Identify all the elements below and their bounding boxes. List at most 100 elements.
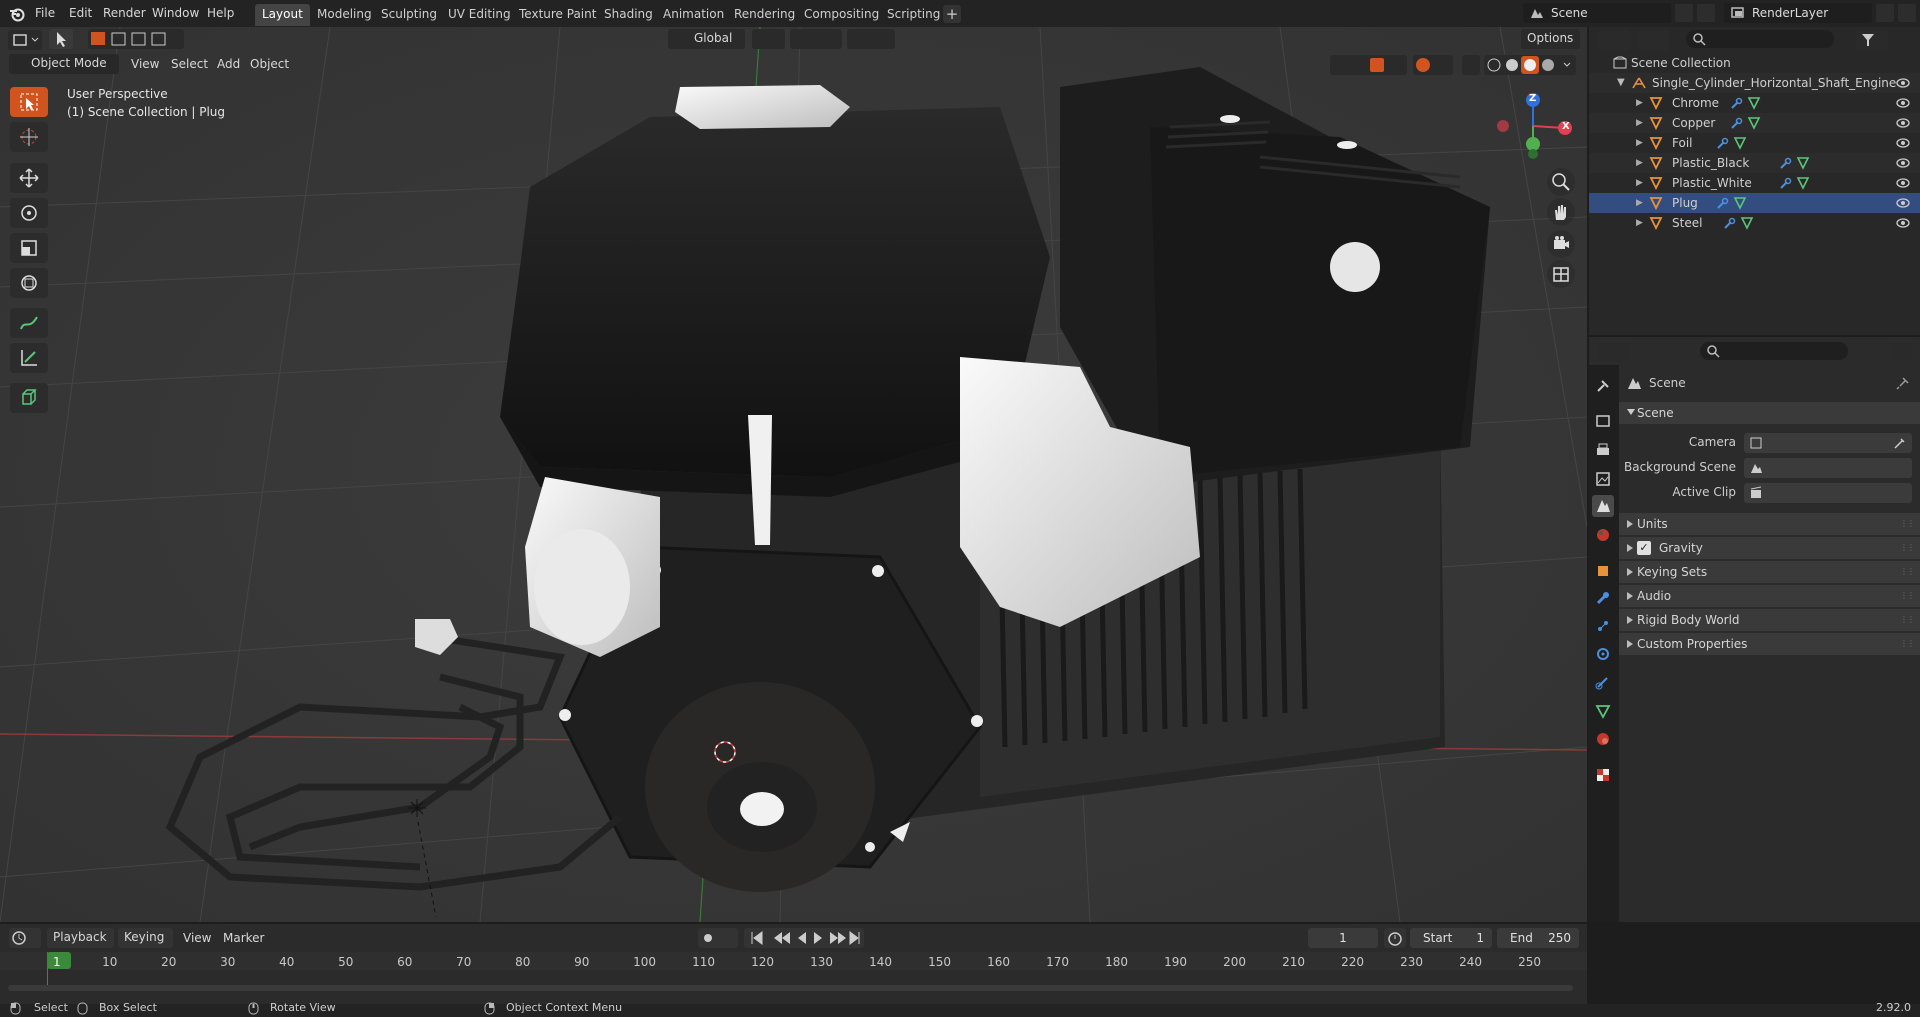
auto-keying-toggle[interactable] <box>698 928 738 948</box>
outliner-row-object[interactable]: ▶ Plastic_White <box>1589 173 1920 193</box>
subpanel-header[interactable]: Audio ⋮⋮ <box>1619 585 1920 607</box>
outliner-filter-button[interactable] <box>1856 30 1888 50</box>
add-workspace-button[interactable]: + <box>943 5 961 23</box>
tab-object-properties[interactable] <box>1592 560 1614 582</box>
outliner-row-object[interactable]: ▶ Foil <box>1589 133 1920 153</box>
mesh-data-icon[interactable] <box>1733 136 1747 150</box>
tab-render-properties[interactable] <box>1592 410 1614 432</box>
gravity-checkbox[interactable]: ✓ <box>1637 541 1651 555</box>
editor-type-button[interactable] <box>8 30 42 50</box>
eyedropper-icon[interactable] <box>1893 436 1907 450</box>
tab-shading[interactable]: Shading <box>597 4 660 26</box>
properties-options-dropdown[interactable] <box>1892 341 1912 361</box>
outliner-row-object[interactable]: ▶ Copper <box>1589 113 1920 133</box>
drag-handle-icon[interactable]: ⋮⋮ <box>1900 615 1915 624</box>
delete-view-layer-button[interactable] <box>1898 4 1916 22</box>
scene-selector[interactable]: Scene <box>1523 3 1671 23</box>
drag-handle-icon[interactable]: ⋮⋮ <box>1900 519 1915 528</box>
tab-physics-properties[interactable] <box>1592 643 1614 665</box>
eye-icon[interactable] <box>1896 157 1910 169</box>
eye-icon[interactable] <box>1896 197 1910 209</box>
modifier-wrench-icon[interactable] <box>1722 216 1736 230</box>
viewport-scene[interactable] <box>0 27 1587 922</box>
timeline-scrollbar[interactable] <box>8 985 1573 991</box>
tab-view-layer-properties[interactable] <box>1592 468 1614 490</box>
eye-icon[interactable] <box>1896 137 1910 149</box>
mesh-data-icon[interactable] <box>1733 196 1747 210</box>
tab-layout[interactable]: Layout <box>255 4 310 26</box>
mesh-data-icon[interactable] <box>1796 176 1810 190</box>
tab-modeling[interactable]: Modeling <box>310 4 379 26</box>
gizmo-x-label[interactable]: X <box>1562 121 1570 132</box>
tab-rendering[interactable]: Rendering <box>727 4 802 26</box>
mesh-data-icon[interactable] <box>1740 216 1754 230</box>
expand-triangle-icon[interactable]: ▶ <box>1636 118 1643 128</box>
tool-select-box[interactable] <box>10 87 48 117</box>
subpanel-header[interactable]: ✓ Gravity ⋮⋮ <box>1619 537 1920 559</box>
tab-scene-properties[interactable] <box>1592 495 1614 517</box>
modifier-wrench-icon[interactable] <box>1778 176 1792 190</box>
gizmo-z-label[interactable]: Z <box>1529 93 1536 104</box>
tool-move[interactable] <box>10 163 48 193</box>
drag-handle-icon[interactable]: ⋮⋮ <box>1900 543 1915 552</box>
tab-tool-properties[interactable] <box>1592 375 1614 397</box>
tab-compositing[interactable]: Compositing <box>797 4 886 26</box>
eye-icon[interactable] <box>1896 177 1910 189</box>
proportional-editing-toggle[interactable] <box>847 29 895 49</box>
tool-scale[interactable] <box>10 233 48 263</box>
menu-marker[interactable]: Marker <box>223 931 264 945</box>
expand-triangle-icon[interactable]: ▼ <box>1617 77 1625 88</box>
tab-sculpting[interactable]: Sculpting <box>374 4 444 26</box>
tool-measure[interactable] <box>10 343 48 373</box>
properties-search-input[interactable] <box>1700 342 1848 360</box>
subpanel-header[interactable]: Keying Sets ⋮⋮ <box>1619 561 1920 583</box>
keying-dropdown[interactable]: Keying <box>118 928 173 948</box>
mesh-data-icon[interactable] <box>1747 96 1761 110</box>
select-mode-button[interactable] <box>49 29 73 49</box>
tab-constraint-properties[interactable] <box>1592 672 1614 694</box>
tab-scripting[interactable]: Scripting <box>880 4 947 26</box>
playback-controls[interactable] <box>744 928 864 948</box>
subpanel-header[interactable]: Custom Properties ⋮⋮ <box>1619 633 1920 655</box>
subpanel-header[interactable]: Rigid Body World ⋮⋮ <box>1619 609 1920 631</box>
view-layer-selector[interactable]: RenderLayer <box>1724 3 1872 23</box>
eye-icon[interactable] <box>1896 117 1910 129</box>
camera-view-button[interactable] <box>1547 230 1575 258</box>
tab-output-properties[interactable] <box>1592 440 1614 462</box>
outliner-row-collection[interactable]: ▼ Single_Cylinder_Horizontal_Shaft_Engin… <box>1589 73 1920 93</box>
drag-handle-icon[interactable]: ⋮⋮ <box>1900 591 1915 600</box>
new-scene-button[interactable] <box>1675 4 1693 22</box>
menu-window[interactable]: Window <box>152 6 199 20</box>
menu-edit[interactable]: Edit <box>69 6 92 20</box>
tool-add-cube[interactable] <box>10 383 48 413</box>
tool-transform[interactable] <box>10 268 48 298</box>
menu-add[interactable]: Add <box>217 57 240 71</box>
modifier-wrench-icon[interactable] <box>1715 196 1729 210</box>
properties-editor-type[interactable] <box>1598 341 1630 361</box>
timeline-editor-type[interactable] <box>9 928 41 948</box>
outliner-row-object[interactable]: ▶ Plug <box>1589 193 1920 213</box>
modifier-wrench-icon[interactable] <box>1715 136 1729 150</box>
snapping-dropdown[interactable] <box>790 29 842 49</box>
end-frame-field[interactable]: End 250 <box>1497 928 1579 948</box>
delete-scene-button[interactable] <box>1697 4 1715 22</box>
tab-modifier-properties[interactable] <box>1592 587 1614 609</box>
menu-select[interactable]: Select <box>171 57 208 71</box>
outliner-row-object[interactable]: ▶ Steel <box>1589 213 1920 233</box>
eye-icon[interactable] <box>1896 217 1910 229</box>
modifier-wrench-icon[interactable] <box>1778 156 1792 170</box>
menu-object[interactable]: Object <box>250 57 289 71</box>
ortho-toggle-button[interactable] <box>1547 260 1575 288</box>
3d-viewport[interactable] <box>0 27 1587 922</box>
expand-triangle-icon[interactable]: ▶ <box>1636 98 1643 108</box>
modifier-wrench-icon[interactable] <box>1729 116 1743 130</box>
tab-texture-properties[interactable] <box>1592 764 1614 786</box>
tool-rotate[interactable] <box>10 198 48 228</box>
tool-cursor[interactable] <box>10 122 48 152</box>
options-dropdown[interactable]: Options <box>1521 29 1580 49</box>
start-frame-field[interactable]: Start 1 <box>1410 928 1492 948</box>
transform-orientation-dropdown[interactable]: Global <box>668 29 745 49</box>
pivot-point-dropdown[interactable] <box>752 29 785 49</box>
object-mode-dropdown[interactable]: Object Mode <box>9 54 119 74</box>
tab-data-properties[interactable] <box>1592 700 1614 722</box>
